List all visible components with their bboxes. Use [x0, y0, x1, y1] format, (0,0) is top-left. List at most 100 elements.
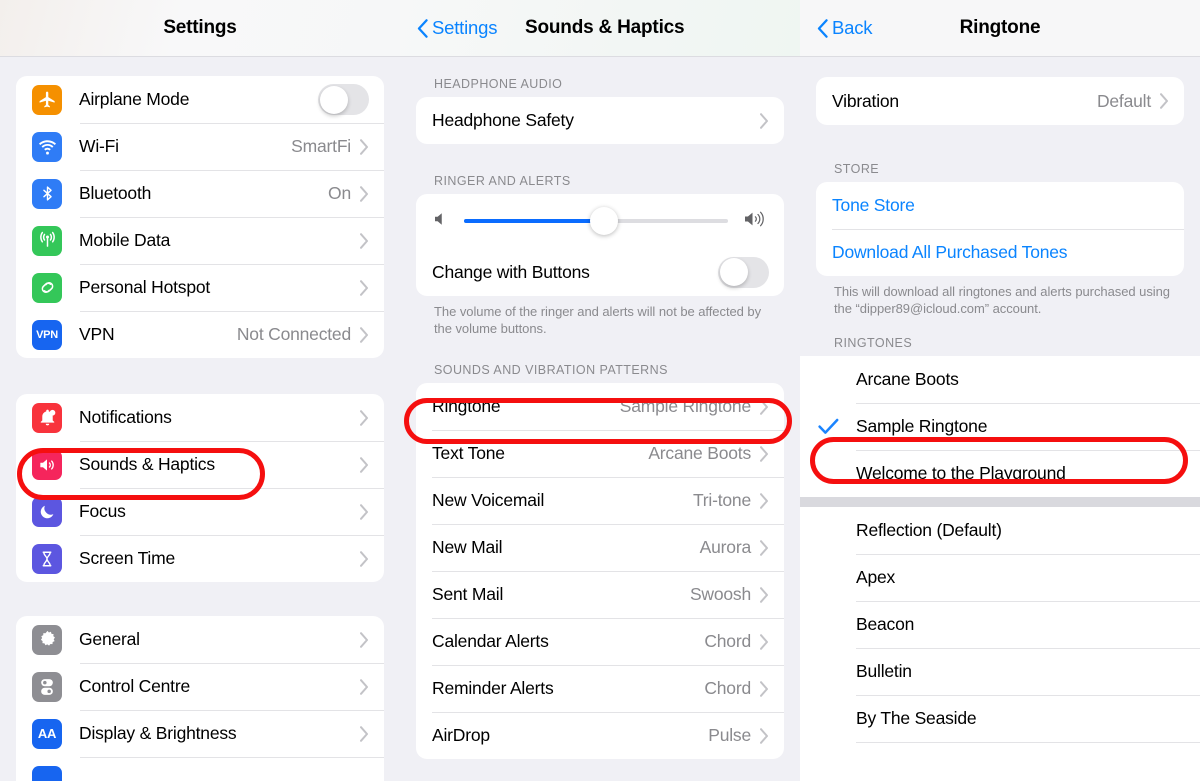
sidebar-item-sounds-and-haptics[interactable]: Sounds & Haptics [16, 441, 384, 488]
store-group: Tone Store Download All Purchased Tones [816, 182, 1184, 276]
chevron-right-icon [760, 112, 768, 129]
row-value: Sample Ringtone [619, 396, 751, 417]
sidebar-item-screen-time[interactable]: Screen Time [16, 535, 384, 582]
ringer-footnote: The volume of the ringer and alerts will… [434, 304, 762, 337]
chevron-right-icon [360, 725, 368, 742]
sidebar-item-general[interactable]: General [16, 616, 384, 663]
ringtone-item-arcane-boots[interactable]: Arcane Boots [800, 356, 1200, 403]
general-group: General Control Centre AA Display & Brig… [16, 616, 384, 781]
sidebar-item-label: Focus [79, 501, 126, 521]
row-download-all-purchased-tones[interactable]: Download All Purchased Tones [816, 229, 1184, 276]
ringtone-scroll-area[interactable]: Vibration Default STORE Tone Store Downl… [800, 57, 1200, 781]
sidebar-item-value: SmartFi [291, 136, 351, 156]
ringtone-item-label: Apex [856, 567, 896, 588]
checkmark-icon [818, 419, 839, 435]
row-reminder-alerts[interactable]: Reminder Alerts Chord [416, 665, 784, 712]
chevron-right-icon [760, 634, 768, 650]
settings-scroll-area[interactable]: Airplane Mode Wi-Fi SmartFi Bluetooth On… [0, 57, 400, 781]
row-value: Aurora [699, 537, 752, 558]
ringtone-navbar: Back Ringtone [800, 0, 1200, 57]
row-new-voicemail[interactable]: New Voicemail Tri-tone [416, 477, 784, 524]
chevron-right-icon [360, 409, 368, 426]
ringtone-item-welcome-to-the-playground[interactable]: Welcome to the Playground [800, 450, 1200, 497]
back-button-settings[interactable]: Settings [417, 17, 497, 39]
row-calendar-alerts[interactable]: Calendar Alerts Chord [416, 618, 784, 665]
row-label: Download All Purchased Tones [832, 242, 1068, 262]
row-change-with-buttons[interactable]: Change with Buttons [416, 248, 784, 296]
chevron-right-icon [760, 399, 768, 415]
ringtone-item-label: Bulletin [856, 661, 912, 682]
sidebar-item-focus[interactable]: Focus [16, 488, 384, 535]
page-title: Sounds & Haptics [525, 17, 685, 38]
row-headphone-safety[interactable]: Headphone Safety [416, 97, 784, 144]
ringtone-item-bulletin[interactable]: Bulletin [800, 648, 1200, 695]
ringer-volume-row[interactable] [416, 194, 784, 248]
sidebar-item-notifications[interactable]: Notifications [16, 394, 384, 441]
sidebar-item-partial[interactable] [16, 757, 384, 781]
chevron-left-icon [817, 18, 828, 38]
sidebar-item-personal-hotspot[interactable]: Personal Hotspot [16, 264, 384, 311]
sounds-and-haptics-panel: Settings Sounds & Haptics HEADPHONE AUDI… [400, 0, 800, 781]
ringtone-item-by-the-seaside[interactable]: By The Seaside [800, 695, 1200, 742]
ringer-and-alerts-group: Change with Buttons [416, 194, 784, 296]
notifications-group: Notifications Sounds & Haptics Focus Scr… [16, 394, 384, 582]
row-value: Chord [704, 631, 751, 652]
row-label: Change with Buttons [432, 261, 590, 282]
ringtone-item-sample-ringtone[interactable]: Sample Ringtone [800, 403, 1200, 450]
sidebar-item-vpn[interactable]: VPN VPN Not Connected [16, 311, 384, 358]
back-button-label: Settings [432, 17, 498, 38]
slider-thumb[interactable] [589, 207, 618, 235]
moon-icon [32, 496, 62, 527]
airplane-mode-toggle[interactable] [318, 84, 369, 115]
row-sent-mail[interactable]: Sent Mail Swoosh [416, 571, 784, 618]
hotspot-icon [32, 272, 62, 303]
chevron-right-icon [360, 232, 368, 249]
sidebar-item-display-and-brightness[interactable]: AA Display & Brightness [16, 710, 384, 757]
sidebar-item-mobile-data[interactable]: Mobile Data [16, 217, 384, 264]
speaker-high-icon [742, 209, 768, 234]
page-title: Settings [163, 17, 237, 38]
sidebar-item-wifi[interactable]: Wi-Fi SmartFi [16, 123, 384, 170]
row-label: Ringtone [432, 396, 501, 417]
sounds-scroll-area[interactable]: HEADPHONE AUDIO Headphone Safety RINGER … [400, 57, 800, 781]
row-new-mail[interactable]: New Mail Aurora [416, 524, 784, 571]
ringtone-item-reflection-default[interactable]: Reflection (Default) [800, 507, 1200, 554]
sidebar-item-value: Not Connected [236, 324, 351, 344]
ringtone-item-beacon[interactable]: Beacon [800, 601, 1200, 648]
row-label: Sent Mail [432, 584, 504, 605]
sidebar-item-control-centre[interactable]: Control Centre [16, 663, 384, 710]
toggle-knob [319, 85, 348, 114]
slider-fill [464, 219, 604, 223]
ringtone-item-apex[interactable]: Apex [800, 554, 1200, 601]
row-value: Tri-tone [692, 490, 751, 511]
sidebar-item-bluetooth[interactable]: Bluetooth On [16, 170, 384, 217]
sidebar-item-label: Sounds & Haptics [79, 454, 215, 474]
headphone-audio-header: HEADPHONE AUDIO [434, 77, 563, 91]
row-text-tone[interactable]: Text Tone Arcane Boots [416, 430, 784, 477]
gear-icon [32, 624, 62, 655]
chevron-right-icon [360, 678, 368, 695]
sidebar-item-label: Mobile Data [79, 230, 171, 250]
ringtones-section-divider [800, 497, 1200, 508]
aa-icon: AA [32, 718, 62, 749]
back-button[interactable]: Back [817, 17, 873, 39]
ringtone-item-label: Arcane Boots [856, 369, 959, 390]
settings-panel: Settings Airplane Mode Wi-Fi SmartFi Blu… [0, 0, 400, 781]
ringtones-group: Arcane Boots Sample Ringtone Welcome to … [800, 356, 1200, 781]
chevron-right-icon [760, 446, 768, 462]
row-tone-store[interactable]: Tone Store [816, 182, 1184, 229]
vpn-icon: VPN [32, 319, 62, 350]
ringer-volume-slider[interactable] [464, 207, 728, 235]
speaker-icon [32, 449, 62, 480]
row-airdrop[interactable]: AirDrop Pulse [416, 712, 784, 759]
change-with-buttons-toggle[interactable] [718, 256, 769, 288]
ringtone-item-label: By The Seaside [856, 708, 977, 729]
row-vibration[interactable]: Vibration Default [816, 77, 1184, 125]
ringtone-item-partial[interactable] [800, 742, 1200, 781]
row-ringtone[interactable]: Ringtone Sample Ringtone [416, 383, 784, 430]
ringer-and-alerts-header: RINGER AND ALERTS [434, 174, 571, 188]
sidebar-item-airplane-mode[interactable]: Airplane Mode [16, 76, 384, 123]
bell-icon [32, 402, 62, 433]
row-label: Reminder Alerts [432, 678, 554, 699]
sidebar-item-label: Notifications [79, 407, 172, 427]
